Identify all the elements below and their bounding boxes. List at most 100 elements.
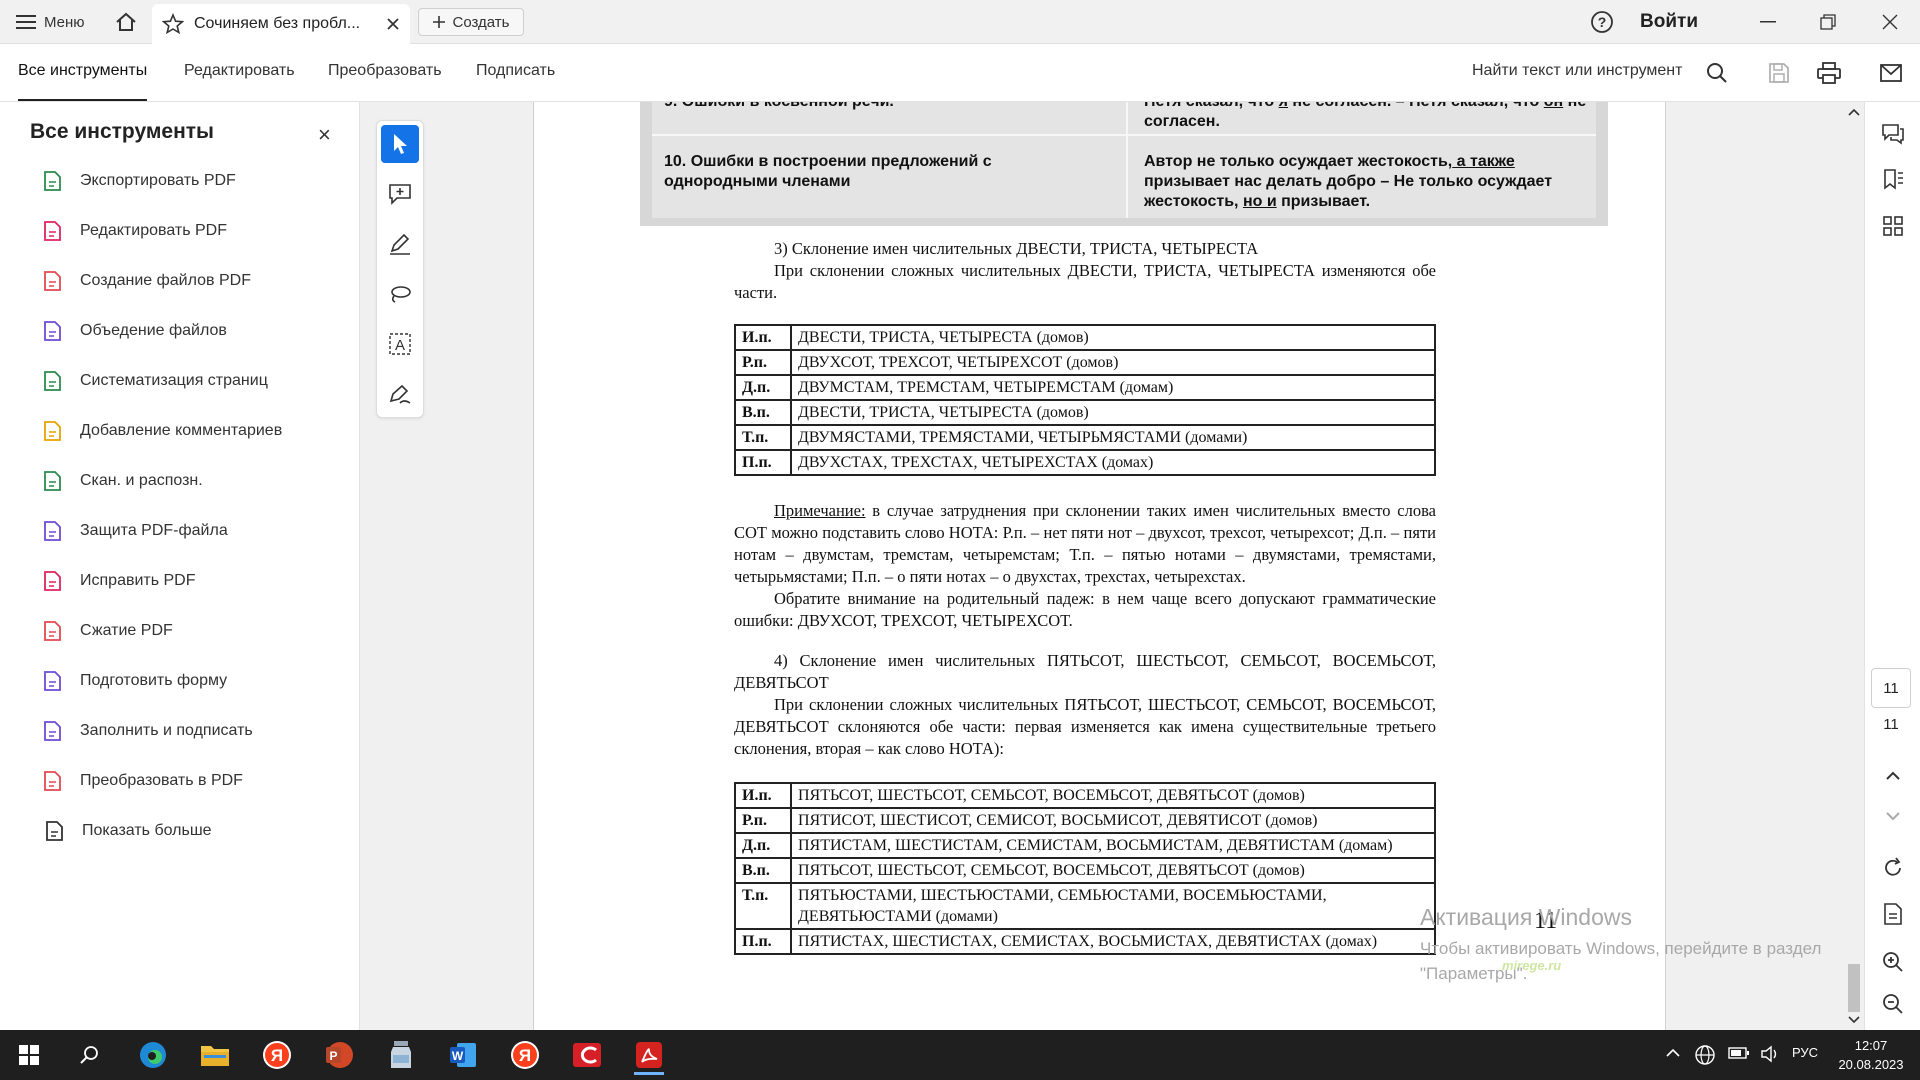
help-icon[interactable]: ? [1590, 10, 1614, 34]
tool-item[interactable]: Заполнить и подписать [40, 716, 253, 746]
table-row: Т.п. ДВУМЯСТАМИ, ТРЕМЯСТАМИ, ЧЕТЫРЬМЯСТАМ… [734, 424, 1436, 451]
clock[interactable]: 12:07 20.08.2023 [1828, 1036, 1914, 1074]
draw-tool[interactable] [381, 225, 419, 263]
forms-cell: ПЯТИСТАМ, ШЕСТИСТАМ, СЕМИСТАМ, ВОСЬМИСТА… [790, 832, 1436, 859]
close-panel-icon[interactable]: × [318, 122, 331, 148]
close-tab-icon[interactable] [386, 17, 400, 31]
jar-app-icon[interactable] [378, 1035, 424, 1075]
battery-icon[interactable] [1728, 1046, 1750, 1060]
fill-sign-icon [40, 719, 64, 743]
tab-all-tools[interactable]: Все инструменты [18, 62, 148, 101]
select-tool[interactable] [381, 125, 419, 163]
yandex-icon[interactable]: Я [254, 1035, 300, 1075]
tool-item[interactable]: Редактировать PDF [40, 216, 227, 246]
taskbar-search[interactable] [66, 1035, 112, 1075]
text-box-tool[interactable]: A [381, 325, 419, 363]
login-button[interactable]: Войти [1640, 11, 1698, 33]
cursor-icon [394, 134, 407, 154]
error-type: 10. Ошибки в построении предложений с од… [664, 153, 992, 190]
tab-convert[interactable]: Преобразовать [328, 62, 442, 80]
page-display-icon[interactable] [1879, 900, 1907, 928]
tool-item[interactable]: Добавление комментариев [40, 416, 282, 446]
document-tab[interactable]: Сочиняем без пробл... [152, 4, 410, 44]
tool-item-label: Создание файлов PDF [80, 272, 251, 289]
tool-item[interactable]: Подготовить форму [40, 666, 227, 696]
zoom-in-icon[interactable] [1879, 948, 1907, 976]
comments-icon[interactable] [1879, 120, 1907, 148]
acrobat-icon[interactable] [626, 1035, 672, 1075]
case-cell: Д.п. [734, 374, 792, 401]
current-page-box[interactable]: 11 [1871, 668, 1911, 708]
start-button[interactable] [6, 1035, 52, 1075]
file-explorer-icon[interactable] [192, 1035, 238, 1075]
close-window-button[interactable] [1874, 8, 1906, 36]
signature-pen-icon [389, 384, 411, 404]
bookmarks-icon[interactable] [1879, 166, 1907, 194]
lasso-tool[interactable] [381, 275, 419, 313]
tool-item[interactable]: Защита PDF-файла [40, 516, 228, 546]
save-icon[interactable] [1766, 60, 1792, 86]
create-label: Создать [452, 13, 510, 31]
tool-item[interactable]: Экспортировать PDF [40, 166, 236, 196]
protect-pdf-icon [40, 519, 64, 543]
word-icon[interactable]: W [440, 1035, 486, 1075]
case-cell: П.п. [734, 928, 792, 955]
case-cell: Р.п. [734, 807, 792, 834]
yandex-browser-icon[interactable]: Я [502, 1035, 548, 1075]
search-icon[interactable] [1704, 60, 1730, 86]
powerpoint-icon[interactable]: P [316, 1035, 362, 1075]
export-pdf-icon [40, 169, 64, 193]
table-row: И.п. ДВЕСТИ, ТРИСТА, ЧЕТЫРЕСТА (домов) [734, 324, 1436, 351]
tool-item[interactable]: Сжатие PDF [40, 616, 173, 646]
tool-item[interactable]: Преобразовать в PDF [40, 766, 243, 796]
case-cell: И.п. [734, 782, 792, 809]
scroll-up-icon[interactable] [1848, 108, 1860, 116]
tool-item[interactable]: Объедение файлов [40, 316, 227, 346]
network-icon[interactable] [1694, 1044, 1716, 1066]
page-up-icon[interactable] [1879, 762, 1907, 790]
table-row: Р.п. ПЯТИСОТ, ШЕСТИСОТ, СЕМИСОТ, ВОСЬМИСО… [734, 807, 1436, 834]
volume-icon[interactable] [1760, 1045, 1780, 1063]
tray-overflow-icon[interactable] [1666, 1048, 1680, 1058]
declension-table-1: И.п. ДВЕСТИ, ТРИСТА, ЧЕТЫРЕСТА (домов) Р.п… [734, 324, 1436, 476]
rotate-icon[interactable] [1879, 854, 1907, 882]
menu-button[interactable]: Меню [16, 10, 85, 34]
edge-icon[interactable] [130, 1035, 176, 1075]
create-button[interactable]: Создать [418, 8, 524, 36]
thumbnails-icon[interactable] [1879, 212, 1907, 240]
find-text-or-tool[interactable]: Найти текст или инструмент [1472, 62, 1682, 80]
tab-edit[interactable]: Редактировать [184, 62, 295, 80]
add-comment-tool[interactable] [381, 175, 419, 213]
tool-item[interactable]: Исправить PDF [40, 566, 196, 596]
print-icon[interactable] [1816, 60, 1842, 86]
star-icon[interactable] [162, 13, 184, 35]
home-button[interactable] [112, 8, 140, 36]
error-example: Петя сказал, что я не согласен. – Петя с… [1144, 102, 1586, 130]
section-3-heading: 3) Склонение имен числительных ДВЕСТИ, Т… [774, 239, 1259, 258]
tool-item[interactable]: Скан. и распозн. [40, 466, 203, 496]
tool-item[interactable]: Показать больше [42, 816, 212, 846]
tool-item-label: Скан. и распозн. [80, 472, 203, 489]
tool-item[interactable]: Систематизация страниц [40, 366, 268, 396]
page-down-icon[interactable] [1879, 802, 1907, 830]
restore-button[interactable] [1812, 8, 1844, 36]
scrollbar-thumb[interactable] [1848, 964, 1860, 1012]
red-app-icon[interactable] [564, 1035, 610, 1075]
sign-tool[interactable] [381, 375, 419, 413]
quick-tools: A [376, 120, 424, 418]
compress-pdf-icon [40, 619, 64, 643]
tab-sign[interactable]: Подписать [476, 62, 555, 80]
table-row: Д.п. ПЯТИСТАМ, ШЕСТИСТАМ, СЕМИСТАМ, ВОСЬМ… [734, 832, 1436, 859]
tool-item[interactable]: Создание файлов PDF [40, 266, 251, 296]
scroll-down-icon[interactable] [1848, 1016, 1860, 1024]
document-viewport[interactable]: 9. Ошибки в косвенной речи. Петя сказал,… [360, 102, 1864, 1030]
table-row: Д.п. ДВУМСТАМ, ТРЕМСТАМ, ЧЕТЫРЕМСТАМ (дом… [734, 374, 1436, 401]
tool-item-label: Исправить PDF [80, 572, 196, 589]
mail-icon[interactable] [1878, 60, 1904, 86]
zoom-out-icon[interactable] [1879, 990, 1907, 1018]
language-indicator[interactable]: РУС [1792, 1045, 1818, 1060]
hamburger-icon [16, 15, 36, 29]
minimize-button[interactable] [1752, 8, 1784, 36]
vertical-scrollbar[interactable] [1844, 102, 1864, 1030]
comment-add-icon [389, 184, 411, 205]
